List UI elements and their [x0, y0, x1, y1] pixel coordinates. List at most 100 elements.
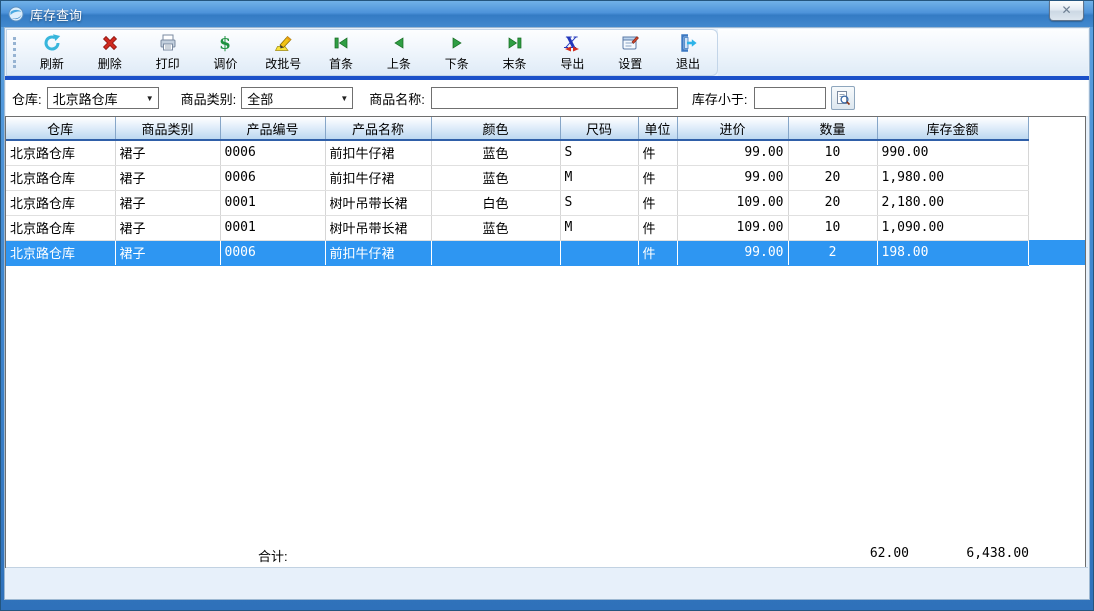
col-header-unit[interactable]: 单位 [638, 117, 677, 140]
cell-warehouse[interactable]: 北京路仓库 [6, 165, 115, 190]
cell-product-code[interactable]: 0006 [220, 165, 325, 190]
cell-product-name[interactable]: 前扣牛仔裙 [325, 165, 431, 190]
col-header-size[interactable]: 尺码 [560, 117, 638, 140]
search-button[interactable] [831, 86, 855, 110]
cell-filler [1028, 140, 1085, 165]
exit-button[interactable]: 退出 [659, 31, 717, 75]
cell-unit[interactable]: 件 [638, 165, 677, 190]
cell-product-name[interactable]: 前扣牛仔裙 [325, 140, 431, 165]
toolbar-label: 删除 [98, 55, 122, 72]
settings-button[interactable]: 设置 [601, 31, 659, 75]
cell-unit[interactable]: 件 [638, 190, 677, 215]
previous-record-button[interactable]: 上条 [370, 31, 428, 75]
table-row[interactable]: 北京路仓库 裙子 0006 前扣牛仔裙 蓝色 M 件 99.00 20 1,98… [6, 165, 1085, 190]
cell-size[interactable]: M [560, 215, 638, 240]
header-row: 仓库 商品类别 产品编号 产品名称 颜色 尺码 单位 进价 数量 库存金额 [6, 117, 1085, 140]
cell-color[interactable]: 白色 [431, 190, 560, 215]
inventory-query-window: 库存查询 ✕ 刷新 删除 [0, 0, 1094, 611]
cell-category[interactable]: 裙子 [115, 190, 220, 215]
previous-record-icon [389, 33, 409, 53]
cell-purchase-price[interactable]: 109.00 [677, 215, 788, 240]
cell-stock-amount[interactable]: 1,090.00 [877, 215, 1028, 240]
product-name-input[interactable] [431, 87, 678, 109]
cell-color[interactable]: 蓝色 [431, 165, 560, 190]
change-batch-button[interactable]: 改批号 [254, 31, 312, 75]
toolbar-gripper[interactable] [13, 37, 16, 68]
category-selected-value: 全部 [247, 89, 273, 108]
cell-unit[interactable]: 件 [638, 140, 677, 165]
cell-stock-amount[interactable]: 198.00 [877, 240, 1028, 265]
window-title: 库存查询 [30, 5, 82, 24]
col-header-warehouse[interactable]: 仓库 [6, 117, 115, 140]
cell-purchase-price[interactable]: 99.00 [677, 240, 788, 265]
table-row[interactable]: 北京路仓库 裙子 0006 前扣牛仔裙 蓝色 S 件 99.00 10 990.… [6, 140, 1085, 165]
cell-stock-amount[interactable]: 990.00 [877, 140, 1028, 165]
cell-category[interactable]: 裙子 [115, 215, 220, 240]
cell-unit[interactable]: 件 [638, 240, 677, 265]
cell-stock-amount[interactable]: 1,980.00 [877, 165, 1028, 190]
cell-product-code[interactable]: 0006 [220, 240, 325, 265]
col-header-product-name[interactable]: 产品名称 [325, 117, 431, 140]
cell-quantity[interactable]: 10 [788, 140, 877, 165]
print-button[interactable]: 打印 [139, 31, 197, 75]
refresh-button[interactable]: 刷新 [23, 31, 81, 75]
toolbar-label: 首条 [329, 55, 353, 72]
cell-quantity[interactable]: 20 [788, 165, 877, 190]
cell-unit[interactable]: 件 [638, 215, 677, 240]
last-record-icon [505, 33, 525, 53]
col-header-purchase-price[interactable]: 进价 [677, 117, 788, 140]
col-header-quantity[interactable]: 数量 [788, 117, 877, 140]
cell-product-code[interactable]: 0001 [220, 215, 325, 240]
cell-product-code[interactable]: 0006 [220, 140, 325, 165]
col-header-color[interactable]: 颜色 [431, 117, 560, 140]
table-row[interactable]: 北京路仓库 裙子 0001 树叶吊带长裙 蓝色 M 件 109.00 10 1,… [6, 215, 1085, 240]
cell-warehouse[interactable]: 北京路仓库 [6, 240, 115, 265]
table-row[interactable]: 北京路仓库 裙子 0001 树叶吊带长裙 白色 S 件 109.00 20 2,… [6, 190, 1085, 215]
table-row-selected[interactable]: 北京路仓库 裙子 0006 前扣牛仔裙 件 99.00 2 198.00 [6, 240, 1085, 265]
toolbar-label: 导出 [560, 55, 584, 72]
cell-color[interactable]: 蓝色 [431, 140, 560, 165]
cell-quantity[interactable]: 10 [788, 215, 877, 240]
col-header-product-code[interactable]: 产品编号 [220, 117, 325, 140]
cell-purchase-price[interactable]: 109.00 [677, 190, 788, 215]
cell-product-name[interactable]: 前扣牛仔裙 [325, 240, 431, 265]
cell-warehouse[interactable]: 北京路仓库 [6, 215, 115, 240]
stock-less-than-input[interactable] [754, 87, 826, 109]
chevron-down-icon: ▼ [340, 94, 348, 103]
filter-bar: 仓库: 北京路仓库 ▼ 商品类别: 全部 ▼ 商品名称: 库存小于: [6, 80, 1088, 116]
cell-color[interactable]: 蓝色 [431, 215, 560, 240]
next-record-button[interactable]: 下条 [428, 31, 486, 75]
cell-stock-amount[interactable]: 2,180.00 [877, 190, 1028, 215]
warehouse-select[interactable]: 北京路仓库 ▼ [47, 87, 159, 109]
cell-warehouse[interactable]: 北京路仓库 [6, 190, 115, 215]
delete-button[interactable]: 删除 [81, 31, 139, 75]
cell-size[interactable]: S [560, 190, 638, 215]
col-header-category[interactable]: 商品类别 [115, 117, 220, 140]
export-button[interactable]: X 导出 [543, 31, 601, 75]
cell-product-code[interactable]: 0001 [220, 190, 325, 215]
last-record-button[interactable]: 末条 [486, 31, 544, 75]
delete-icon [100, 33, 120, 53]
category-select[interactable]: 全部 ▼ [241, 87, 353, 109]
cell-size[interactable]: S [560, 140, 638, 165]
first-record-button[interactable]: 首条 [312, 31, 370, 75]
toolbar-label: 打印 [156, 55, 180, 72]
cell-size[interactable] [560, 240, 638, 265]
warehouse-selected-value: 北京路仓库 [53, 89, 118, 108]
cell-quantity[interactable]: 2 [788, 240, 877, 265]
cell-purchase-price[interactable]: 99.00 [677, 165, 788, 190]
adjust-price-button[interactable]: $ 调价 [196, 31, 254, 75]
cell-category[interactable]: 裙子 [115, 140, 220, 165]
cell-quantity[interactable]: 20 [788, 190, 877, 215]
cell-size[interactable]: M [560, 165, 638, 190]
cell-category[interactable]: 裙子 [115, 240, 220, 265]
cell-color[interactable] [431, 240, 560, 265]
cell-warehouse[interactable]: 北京路仓库 [6, 140, 115, 165]
cell-product-name[interactable]: 树叶吊带长裙 [325, 190, 431, 215]
cell-product-name[interactable]: 树叶吊带长裙 [325, 215, 431, 240]
cell-purchase-price[interactable]: 99.00 [677, 140, 788, 165]
warehouse-label: 仓库: [12, 89, 42, 108]
col-header-stock-amount[interactable]: 库存金额 [877, 117, 1028, 140]
cell-category[interactable]: 裙子 [115, 165, 220, 190]
close-button[interactable]: ✕ [1049, 1, 1084, 21]
